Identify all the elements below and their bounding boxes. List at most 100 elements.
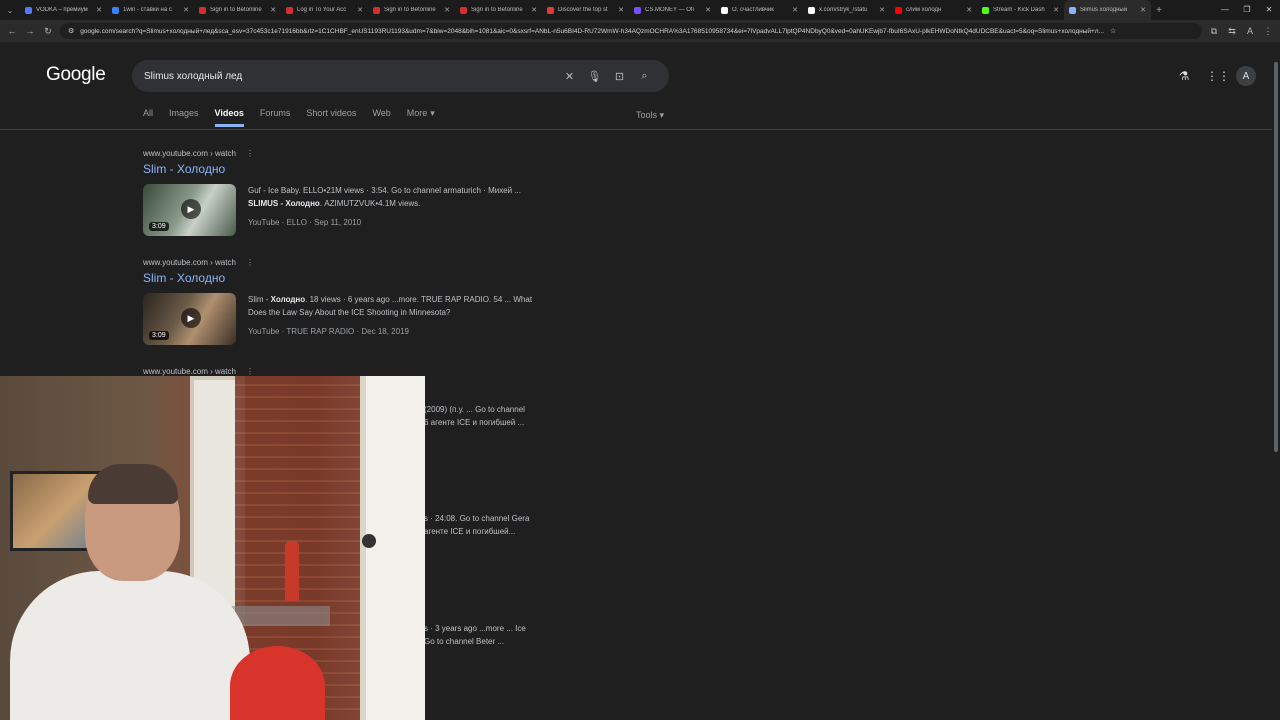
close-tab-icon[interactable]: ✕ bbox=[444, 6, 450, 14]
search-tabs: All Images Videos Forums Short videos Web More… bbox=[143, 108, 435, 127]
close-tab-icon[interactable]: ✕ bbox=[96, 6, 102, 14]
result-title[interactable]: Slim - Холодно bbox=[143, 271, 563, 285]
more-options-icon[interactable]: ⋮ bbox=[246, 149, 254, 158]
duration-badge: 3:09 bbox=[149, 222, 169, 231]
restore-icon[interactable]: ❐ bbox=[1236, 0, 1258, 20]
close-tab-icon[interactable]: ✕ bbox=[1140, 6, 1146, 14]
browser-tab[interactable]: 1win - ставки на с ✕ bbox=[107, 0, 194, 20]
result-snippet-partial: (2009) (п.у. ... Go to channel 6 агенте I… bbox=[424, 405, 525, 427]
back-icon[interactable]: ← bbox=[6, 26, 18, 36]
browser-tab[interactable]: Slimus холодный ✕ bbox=[1064, 0, 1151, 20]
close-tab-icon[interactable]: ✕ bbox=[357, 6, 363, 14]
tab-favicon-icon bbox=[25, 6, 32, 14]
tab-more[interactable]: More bbox=[407, 108, 428, 127]
result-source[interactable]: www.youtube.com › watch ⋮ bbox=[143, 258, 563, 267]
profile-icon[interactable]: A bbox=[1244, 26, 1256, 36]
scrollbar-thumb[interactable] bbox=[1274, 62, 1278, 452]
close-window-icon[interactable]: ✕ bbox=[1258, 0, 1280, 20]
microphone-icon[interactable]: 🎙 bbox=[582, 70, 607, 83]
tab-videos[interactable]: Videos bbox=[214, 108, 244, 127]
tools-button[interactable]: Tools ▾ bbox=[636, 110, 664, 121]
video-result-1: www.youtube.com › watch ⋮ Slim - Холодно … bbox=[143, 149, 563, 236]
close-tab-icon[interactable]: ✕ bbox=[879, 6, 885, 14]
tab-favicon-icon bbox=[373, 6, 380, 14]
duration-badge: 3:09 bbox=[149, 331, 169, 340]
video-result-3: www.youtube.com › watch ⋮ bbox=[143, 367, 563, 376]
browser-tab[interactable]: Sign in to Betonline ✕ bbox=[194, 0, 281, 20]
extensions-icon[interactable]: ⧉ bbox=[1208, 26, 1220, 37]
browser-tab[interactable]: Discover the top st ✕ bbox=[542, 0, 629, 20]
webcam-window-right bbox=[360, 376, 425, 720]
tab-forums[interactable]: Forums bbox=[260, 108, 291, 127]
result-meta: YouTube · ELLO · Sep 11, 2010 bbox=[248, 218, 362, 227]
labs-icon[interactable]: ⚗ bbox=[1176, 69, 1192, 83]
video-thumbnail[interactable]: ▶ 3:09 bbox=[143, 293, 236, 345]
browser-tab[interactable]: VODKA – премиум ✕ bbox=[20, 0, 107, 20]
close-tab-icon[interactable]: ✕ bbox=[270, 6, 276, 14]
close-tab-icon[interactable]: ✕ bbox=[531, 6, 537, 14]
url-field[interactable]: ⚙ google.com/search?q=Slimus+холодный+ле… bbox=[60, 23, 1202, 39]
tab-favicon-icon bbox=[199, 6, 206, 14]
lens-icon[interactable]: ⊡ bbox=[607, 70, 632, 83]
close-tab-icon[interactable]: ✕ bbox=[966, 6, 972, 14]
google-logo[interactable]: Google bbox=[46, 64, 106, 86]
page-scrollbar[interactable] bbox=[1272, 42, 1280, 720]
close-tab-icon[interactable]: ✕ bbox=[183, 6, 189, 14]
browser-tab[interactable]: O, счастливчик ✕ bbox=[716, 0, 803, 20]
browser-tab[interactable]: Stream - Kick Dash ✕ bbox=[977, 0, 1064, 20]
play-icon: ▶ bbox=[181, 199, 201, 219]
tab-images[interactable]: Images bbox=[169, 108, 199, 127]
apps-grid-icon[interactable]: ⋮⋮ bbox=[1206, 69, 1230, 83]
clear-icon[interactable]: ✕ bbox=[557, 70, 582, 83]
tab-groups-icon[interactable]: ⇆ bbox=[1226, 26, 1238, 37]
close-tab-icon[interactable]: ✕ bbox=[705, 6, 711, 14]
site-info-icon[interactable]: ⚙ bbox=[68, 27, 74, 35]
more-options-icon[interactable]: ⋮ bbox=[246, 258, 254, 267]
tab-favicon-icon bbox=[634, 6, 641, 14]
tab-favicon-icon bbox=[982, 6, 989, 14]
tab-favicon-icon bbox=[895, 6, 902, 14]
chevron-down-icon: ▾ bbox=[430, 108, 435, 118]
close-tab-icon[interactable]: ✕ bbox=[1053, 6, 1059, 14]
webcam-red-hat bbox=[230, 646, 325, 720]
tab-favicon-icon bbox=[547, 6, 554, 14]
header-divider bbox=[0, 129, 1272, 130]
webcam-overlay bbox=[0, 376, 425, 720]
tab-favicon-icon bbox=[112, 6, 119, 14]
tab-favicon-icon bbox=[1069, 6, 1076, 14]
reload-icon[interactable]: ↻ bbox=[42, 26, 54, 37]
tab-web[interactable]: Web bbox=[372, 108, 390, 127]
result-snippet: Guf - Ice Baby. ELLO•21M views · 3:54. G… bbox=[248, 186, 521, 208]
url-text: google.com/search?q=Slimus+холодный+лед&… bbox=[80, 27, 1105, 35]
browser-tab[interactable]: Sign in to Betonline ✕ bbox=[368, 0, 455, 20]
webcam-door-knob bbox=[362, 534, 376, 548]
result-title[interactable]: Slim - Холодно bbox=[143, 162, 563, 176]
browser-tab[interactable]: Log in To Your Acc ✕ bbox=[281, 0, 368, 20]
close-tab-icon[interactable]: ✕ bbox=[618, 6, 624, 14]
result-source[interactable]: www.youtube.com › watch ⋮ bbox=[143, 367, 563, 376]
tab-all[interactable]: All bbox=[143, 108, 153, 127]
forward-icon[interactable]: → bbox=[24, 26, 36, 36]
tab-favicon-icon bbox=[808, 6, 815, 14]
menu-icon[interactable]: ⋮ bbox=[1262, 26, 1274, 37]
tab-short-videos[interactable]: Short videos bbox=[306, 108, 356, 127]
window-controls: — ❐ ✕ bbox=[1214, 0, 1280, 20]
close-tab-icon[interactable]: ✕ bbox=[792, 6, 798, 14]
search-icon[interactable]: ⌕ bbox=[632, 70, 657, 83]
more-options-icon[interactable]: ⋮ bbox=[246, 367, 254, 376]
result-snippet: Slim - Холодно. 18 views · 6 years ago .… bbox=[248, 295, 533, 317]
search-input[interactable]: Slimus холодный лед bbox=[144, 71, 557, 82]
browser-tab[interactable]: слим холодн ✕ bbox=[890, 0, 977, 20]
browser-tab[interactable]: x.com/stryk_/statu ✕ bbox=[803, 0, 890, 20]
browser-tab[interactable]: CS.MONEY — Ofi ✕ bbox=[629, 0, 716, 20]
browser-tab[interactable]: Sign in to Betonline ✕ bbox=[455, 0, 542, 20]
video-thumbnail[interactable]: ▶ 3:09 bbox=[143, 184, 236, 236]
result-source[interactable]: www.youtube.com › watch ⋮ bbox=[143, 149, 563, 158]
minimize-icon[interactable]: — bbox=[1214, 0, 1236, 20]
avatar[interactable]: A bbox=[1236, 66, 1256, 86]
bookmark-star-icon[interactable]: ☆ bbox=[1110, 27, 1116, 35]
search-box[interactable]: Slimus холодный лед ✕ 🎙 ⊡ ⌕ bbox=[132, 60, 669, 92]
tab-search-icon[interactable]: ⌄ bbox=[0, 6, 20, 15]
play-icon: ▶ bbox=[181, 308, 201, 328]
new-tab-button[interactable]: + bbox=[1151, 5, 1167, 16]
